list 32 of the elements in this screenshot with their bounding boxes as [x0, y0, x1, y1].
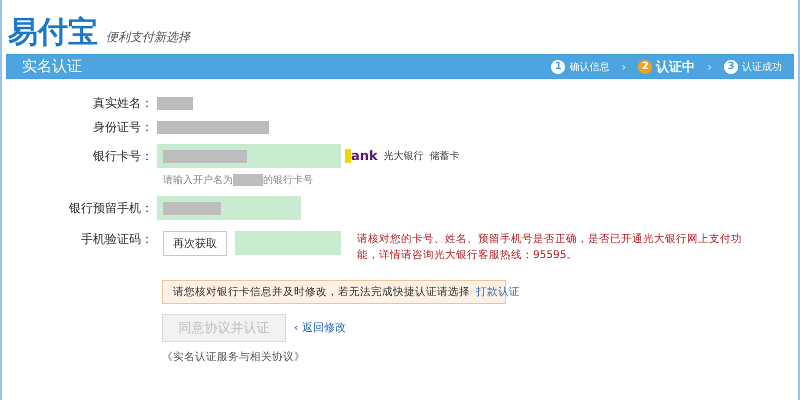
chevron-separator: › — [621, 60, 626, 74]
slogan: 便利支付新选择 — [106, 29, 190, 46]
redacted-block — [233, 174, 263, 186]
hint-text: 请输入开户名为 — [163, 174, 233, 187]
code-field[interactable] — [235, 231, 341, 255]
step-number: 3 — [724, 60, 738, 74]
step-number: 1 — [551, 60, 566, 74]
step-number: 2 — [638, 60, 652, 74]
step-label: 认证中 — [656, 58, 696, 76]
bank-name: 光大银行 — [384, 150, 424, 163]
transfer-verify-link[interactable]: 打款认证 — [476, 284, 520, 298]
resend-button[interactable]: 再次获取 — [163, 231, 227, 256]
redacted-block — [157, 96, 193, 110]
field-label: 身份证号： — [92, 118, 154, 136]
step-label: 认证成功 — [742, 60, 782, 74]
brand-logo: 易付宝 — [8, 18, 98, 48]
field-label: 银行预留手机： — [68, 200, 154, 216]
card-number-field[interactable] — [157, 144, 341, 168]
notice-text: 请您核对银行卡信息并及时修改，若无法完成快捷认证请选择 — [173, 284, 470, 298]
error-message: 请核对您的卡号、姓名、预留手机号是否正确，是否已开通光大银行网上支付功能，详情请咨询光大银行客服热线：95595。 — [357, 232, 743, 263]
field-label: 银行卡号： — [92, 148, 154, 164]
hint-text: 的银行卡号 — [263, 174, 313, 187]
phone-field[interactable] — [157, 196, 301, 220]
agreement-link[interactable]: 《实名认证服务与相关协议》 — [162, 350, 798, 364]
back-link[interactable]: ‹ 返回修改 — [294, 320, 346, 335]
field-label: 手机验证码： — [80, 231, 154, 248]
step-label: 确认信息 — [569, 60, 610, 74]
page-title: 实名认证 — [22, 57, 82, 76]
chevron-separator: › — [707, 60, 712, 74]
bank-logo: ank — [345, 148, 378, 164]
card-type: 储蓄卡 — [430, 150, 460, 163]
field-label: 真实姓名： — [92, 94, 154, 112]
